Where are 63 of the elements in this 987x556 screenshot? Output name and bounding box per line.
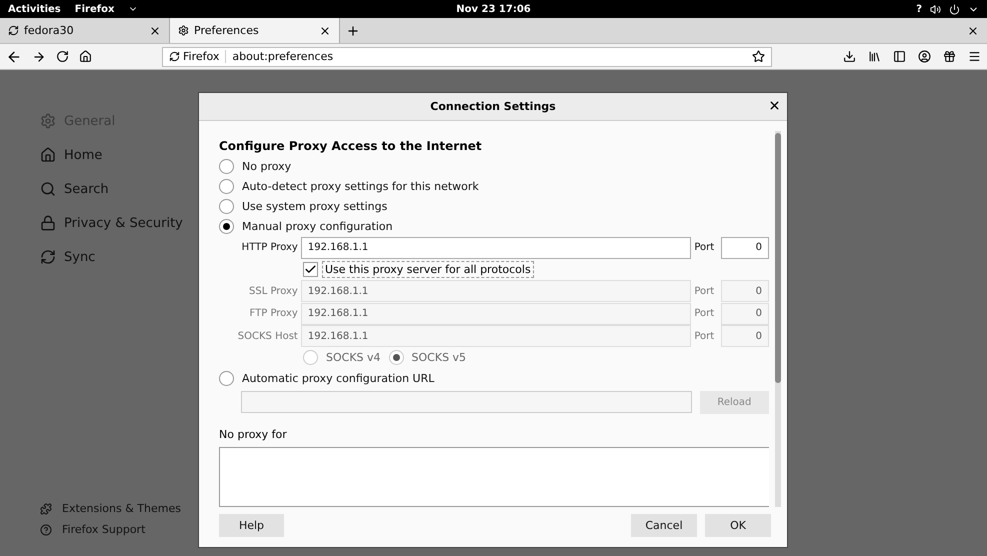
close-button[interactable]	[768, 99, 781, 112]
app-menu[interactable]: Firefox	[74, 4, 114, 14]
field-label: Port	[694, 286, 716, 297]
close-icon	[149, 24, 161, 36]
field-label: FTP Proxy	[248, 308, 298, 320]
gift-icon	[943, 50, 956, 63]
cancel-button[interactable]: Cancel	[631, 514, 697, 536]
menu-icon	[968, 50, 981, 63]
scrollbar[interactable]	[775, 131, 781, 507]
back-icon	[6, 48, 22, 64]
reload-icon	[56, 50, 69, 63]
sync-icon	[40, 249, 56, 265]
port-field[interactable]: 0	[721, 236, 769, 259]
gear-icon	[40, 113, 56, 129]
dialog-title: Connection Settings	[430, 100, 556, 113]
star-icon	[752, 50, 765, 63]
text-area[interactable]	[219, 447, 769, 507]
radio-label[interactable]: SOCKS v5	[412, 351, 466, 364]
radio-option[interactable]: No proxy	[219, 157, 769, 177]
radio-option[interactable]: Manual proxy configuration	[219, 216, 769, 237]
identity-label: Firefox	[183, 50, 220, 63]
field-label: HTTP Proxy	[240, 242, 298, 254]
radio-option[interactable]: Auto-detect proxy settings for this network	[219, 176, 769, 197]
radio-label[interactable]: SOCKS v4	[326, 351, 381, 364]
search-icon	[40, 181, 56, 197]
address-bar[interactable]: Firefox about:preferences	[162, 46, 772, 66]
radio-button[interactable]	[303, 350, 318, 366]
field-label: SSL Proxy	[248, 286, 298, 297]
volume-icon	[930, 4, 941, 14]
checkbox-label[interactable]: Use this proxy server for all protocols	[322, 261, 534, 278]
home-icon	[79, 50, 92, 63]
gear-icon	[178, 25, 189, 36]
account-icon	[918, 50, 931, 63]
library-icon	[868, 50, 881, 63]
lock-icon	[40, 215, 56, 231]
help-button[interactable]: Help	[219, 514, 284, 536]
field-label: No proxy for	[219, 428, 288, 442]
host-field[interactable]: 192.168.1.1	[300, 236, 692, 259]
field-label: Port	[694, 242, 716, 254]
field-label: Port	[694, 330, 716, 342]
section-heading: Configure Proxy Access to the Internet	[219, 139, 483, 153]
field-label: Port	[694, 308, 716, 320]
activities-button[interactable]: Activities	[8, 4, 61, 14]
download-icon	[843, 50, 856, 63]
puzzle-icon	[40, 502, 52, 514]
checkbox[interactable]	[303, 262, 318, 277]
help-indicator[interactable]: ?	[916, 4, 922, 14]
radio-option[interactable]: Automatic proxy configuration URL	[219, 368, 769, 388]
new-tab-icon	[346, 24, 360, 38]
power-icon	[949, 4, 960, 14]
radio-option[interactable]: Use system proxy settings	[219, 196, 769, 217]
browser-tab[interactable]: Preferences	[170, 18, 340, 43]
close-icon	[319, 24, 331, 36]
help-icon	[40, 524, 52, 536]
url-text: about:preferences	[232, 50, 334, 63]
home-icon	[40, 147, 56, 163]
clock[interactable]: Nov 23 17:06	[456, 4, 531, 14]
field-label: SOCKS Host	[236, 330, 298, 342]
sidebar-icon	[893, 50, 906, 63]
forward-icon	[32, 50, 46, 64]
ok-button[interactable]: OK	[705, 514, 771, 536]
radio-button[interactable]	[388, 350, 404, 366]
close-icon	[967, 24, 979, 36]
